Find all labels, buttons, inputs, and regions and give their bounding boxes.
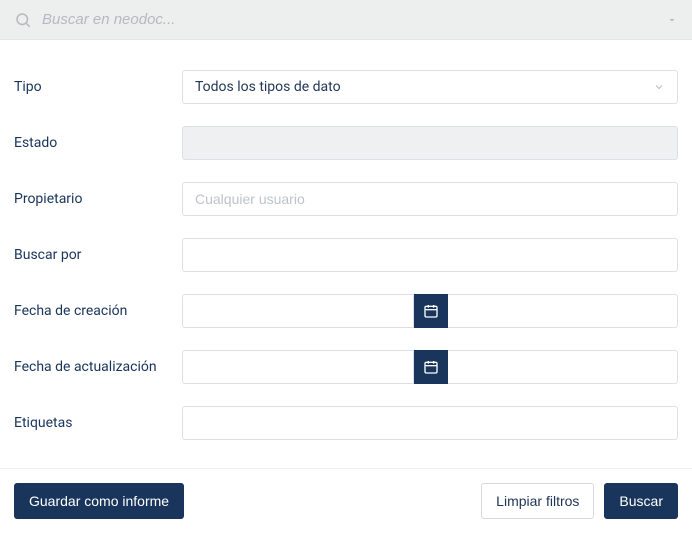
fecha-creacion-calendar-button[interactable] [414,294,448,328]
fecha-creacion-to-input[interactable] [448,294,679,328]
label-tipo: Tipo [14,79,182,95]
label-propietario: Propietario [14,191,182,207]
label-estado: Estado [14,135,182,151]
buscar-por-input[interactable] [182,238,678,272]
row-estado: Estado [14,126,678,160]
guardar-informe-button[interactable]: Guardar como informe [14,483,184,519]
fecha-creacion-from-input[interactable] [182,294,414,328]
fecha-actualizacion-range [182,350,678,384]
row-fecha-creacion: Fecha de creación [14,294,678,328]
buscar-button[interactable]: Buscar [604,483,678,519]
propietario-input[interactable] [182,182,678,216]
advanced-search-form: Tipo Todos los tipos de dato Estado Prop… [0,40,692,468]
row-tipo: Tipo Todos los tipos de dato [14,70,678,104]
collapse-chevron-down-icon[interactable] [666,14,678,26]
fecha-actualizacion-to-input[interactable] [448,350,679,384]
row-etiquetas: Etiquetas [14,406,678,440]
row-buscar-por: Buscar por [14,238,678,272]
row-fecha-actualizacion: Fecha de actualización [14,350,678,384]
fecha-actualizacion-from-input[interactable] [182,350,414,384]
tipo-select[interactable]: Todos los tipos de dato [182,70,678,104]
row-propietario: Propietario [14,182,678,216]
global-search-bar [0,0,692,40]
search-icon [14,11,32,29]
label-buscar-por: Buscar por [14,247,182,263]
label-fecha-creacion: Fecha de creación [14,303,182,319]
fecha-creacion-range [182,294,678,328]
label-fecha-actualizacion: Fecha de actualización [14,359,182,375]
fecha-actualizacion-calendar-button[interactable] [414,350,448,384]
calendar-icon [423,303,439,319]
etiquetas-input[interactable] [182,406,678,440]
estado-input [182,126,678,160]
chevron-down-icon [653,81,665,93]
label-etiquetas: Etiquetas [14,415,182,431]
calendar-icon [423,359,439,375]
tipo-selected-value: Todos los tipos de dato [195,79,341,95]
limpiar-filtros-button[interactable]: Limpiar filtros [481,483,594,519]
global-search-input[interactable] [32,11,666,28]
